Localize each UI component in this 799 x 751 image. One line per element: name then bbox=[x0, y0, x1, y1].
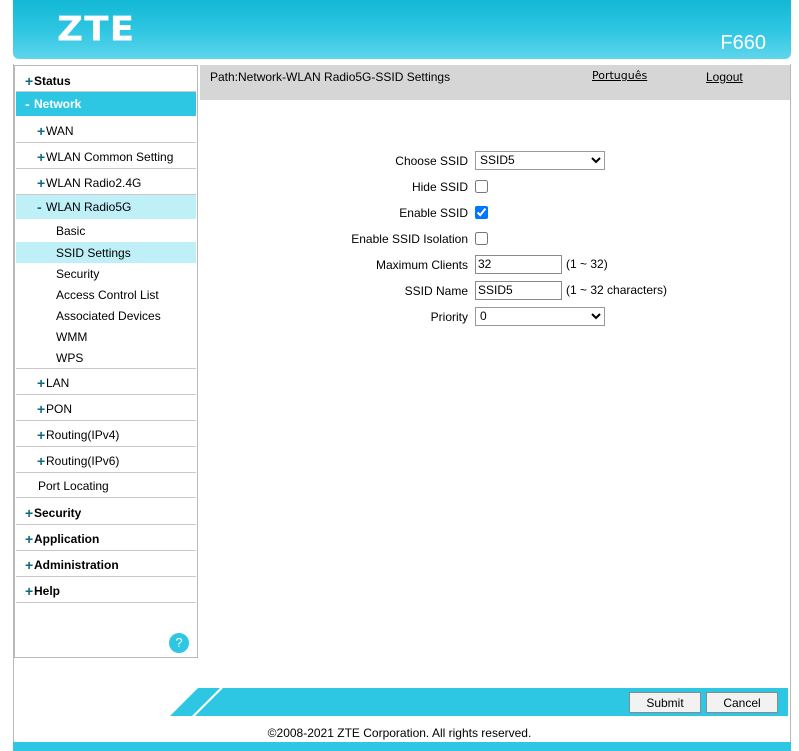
ssid-name-label: SSID Name bbox=[404, 284, 468, 298]
cancel-button[interactable]: Cancel bbox=[706, 692, 778, 713]
sidebar-item-wps[interactable]: WPS bbox=[16, 349, 196, 367]
choose-ssid-label: Choose SSID bbox=[395, 154, 468, 168]
max-clients-hint: (1 ~ 32) bbox=[566, 257, 608, 271]
sidebar-item-port-locating[interactable]: Port Locating bbox=[16, 477, 196, 495]
sidebar-item-label: WLAN Radio5G bbox=[46, 200, 132, 214]
help-icon[interactable]: ? bbox=[169, 633, 189, 653]
sidebar-item-label: Help bbox=[34, 584, 61, 598]
enable-ssid-checkbox[interactable] bbox=[475, 205, 488, 219]
expand-icon: + bbox=[37, 175, 46, 191]
sidebar-item-security-wlan[interactable]: Security bbox=[16, 265, 196, 283]
divider bbox=[16, 368, 196, 369]
sidebar-item-label: Status bbox=[34, 74, 71, 88]
choose-ssid-select[interactable]: SSID5 bbox=[475, 150, 605, 170]
sidebar-item-help[interactable]: + Help bbox=[16, 582, 196, 600]
collapse-icon: - bbox=[37, 199, 42, 215]
max-clients-label: Maximum Clients bbox=[375, 258, 468, 272]
expand-icon: + bbox=[37, 401, 46, 417]
expand-icon: + bbox=[25, 505, 34, 521]
sidebar-item-ssid-settings[interactable]: SSID Settings bbox=[16, 242, 196, 263]
priority-select[interactable]: 0 bbox=[475, 306, 605, 326]
divider bbox=[16, 576, 196, 577]
divider bbox=[16, 472, 196, 473]
sidebar-item-label: Administration bbox=[34, 558, 119, 572]
ssid-name-input[interactable] bbox=[475, 280, 562, 300]
sidebar-item-label: WAN bbox=[46, 124, 74, 138]
sidebar-item-label: PON bbox=[46, 402, 73, 416]
hide-ssid-row: Hide SSID bbox=[200, 176, 790, 198]
header-banner: ZTE F660 bbox=[13, 0, 791, 59]
divider bbox=[16, 446, 196, 447]
sidebar-item-lan[interactable]: + LAN bbox=[16, 374, 196, 392]
sidebar-item-status[interactable]: + Status bbox=[16, 72, 196, 90]
expand-icon: + bbox=[37, 453, 46, 469]
sidebar-item-label: Routing(IPv4) bbox=[46, 428, 120, 442]
expand-icon: + bbox=[37, 149, 46, 165]
priority-row: Priority 0 bbox=[200, 306, 790, 328]
sidebar-nav: + Status - Network + WAN + WLAN Common Setti… bbox=[14, 65, 198, 658]
priority-label: Priority bbox=[430, 310, 468, 324]
hide-ssid-label: Hide SSID bbox=[411, 180, 468, 194]
hide-ssid-checkbox[interactable] bbox=[475, 179, 488, 193]
collapse-icon: - bbox=[25, 96, 30, 112]
sidebar-item-label: Application bbox=[34, 532, 100, 546]
expand-icon: + bbox=[37, 427, 46, 443]
bottom-strip bbox=[13, 742, 791, 751]
sidebar-item-label: WLAN Common Setting bbox=[46, 150, 174, 164]
expand-icon: + bbox=[37, 375, 46, 391]
sidebar-item-basic[interactable]: Basic bbox=[16, 222, 196, 240]
sidebar-item-label: Network bbox=[34, 97, 82, 111]
choose-ssid-row: Choose SSID SSID5 bbox=[200, 150, 790, 172]
copyright-text: ©2008-2021 ZTE Corporation. All rights r… bbox=[267, 726, 532, 740]
expand-icon: + bbox=[25, 73, 34, 89]
sidebar-item-security[interactable]: + Security bbox=[16, 504, 196, 522]
expand-icon: + bbox=[25, 531, 34, 547]
enable-ssid-row: Enable SSID bbox=[200, 202, 790, 224]
divider bbox=[16, 524, 196, 525]
sidebar-item-network[interactable]: - Network bbox=[16, 92, 196, 116]
divider bbox=[16, 142, 196, 143]
divider bbox=[16, 550, 196, 551]
sidebar-item-wan[interactable]: + WAN bbox=[16, 122, 196, 140]
zte-logo: ZTE bbox=[57, 10, 136, 49]
max-clients-input[interactable] bbox=[475, 254, 562, 274]
enable-ssid-label: Enable SSID bbox=[399, 206, 468, 220]
sidebar-item-wlan-radio24[interactable]: + WLAN Radio2.4G bbox=[16, 174, 196, 192]
sidebar-item-label: Routing(IPv6) bbox=[46, 454, 120, 468]
ssid-isolation-checkbox[interactable] bbox=[475, 231, 488, 245]
expand-icon: + bbox=[37, 123, 46, 139]
sidebar-item-label: Security bbox=[34, 506, 82, 520]
device-model: F660 bbox=[720, 32, 766, 54]
max-clients-row: Maximum Clients (1 ~ 32) bbox=[200, 254, 790, 276]
divider bbox=[16, 168, 196, 169]
divider bbox=[16, 420, 196, 421]
sidebar-item-access-control-list[interactable]: Access Control List bbox=[16, 286, 196, 304]
ssid-name-hint: (1 ~ 32 characters) bbox=[566, 283, 668, 297]
logout-link[interactable]: Logout bbox=[706, 70, 743, 84]
sidebar-item-application[interactable]: + Application bbox=[16, 530, 196, 548]
sidebar-item-routing-ipv4[interactable]: + Routing(IPv4) bbox=[16, 426, 196, 444]
ssid-name-row: SSID Name (1 ~ 32 characters) bbox=[200, 280, 790, 302]
sidebar-item-wlan-radio5[interactable]: - WLAN Radio5G bbox=[16, 195, 196, 219]
sidebar-item-wmm[interactable]: WMM bbox=[16, 328, 196, 346]
ssid-isolation-row: Enable SSID Isolation bbox=[200, 228, 790, 250]
sidebar-item-label: WLAN Radio2.4G bbox=[46, 176, 142, 190]
sidebar-item-pon[interactable]: + PON bbox=[16, 400, 196, 418]
sidebar-item-label: LAN bbox=[46, 376, 70, 390]
language-link[interactable]: Português bbox=[592, 69, 647, 82]
sidebar-item-wlan-common[interactable]: + WLAN Common Setting bbox=[16, 148, 196, 166]
divider bbox=[16, 602, 196, 603]
sidebar-item-administration[interactable]: + Administration bbox=[16, 556, 196, 574]
sidebar-item-routing-ipv6[interactable]: + Routing(IPv6) bbox=[16, 452, 196, 470]
ssid-isolation-label: Enable SSID Isolation bbox=[351, 232, 468, 246]
submit-button[interactable]: Submit bbox=[629, 692, 701, 713]
path-bar: Path:Network-WLAN Radio5G-SSID Settings … bbox=[200, 65, 790, 100]
breadcrumb: Path:Network-WLAN Radio5G-SSID Settings bbox=[210, 70, 451, 84]
expand-icon: + bbox=[25, 557, 34, 573]
divider bbox=[16, 394, 196, 395]
expand-icon: + bbox=[25, 583, 34, 599]
divider bbox=[16, 497, 196, 498]
sidebar-item-associated-devices[interactable]: Associated Devices bbox=[16, 307, 196, 325]
